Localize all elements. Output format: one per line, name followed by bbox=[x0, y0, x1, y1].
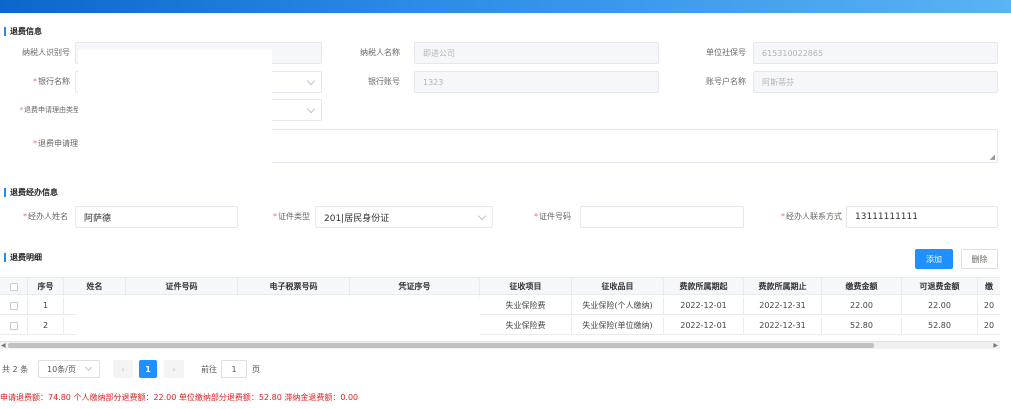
cell-refundable: 22.00 bbox=[902, 297, 978, 315]
page-1-button[interactable]: 1 bbox=[139, 360, 157, 378]
cell-amount: 52.80 bbox=[822, 317, 902, 335]
cell-item: 失业保险费 bbox=[480, 317, 572, 335]
taxpayer-name-field: 即进公司 bbox=[414, 42, 659, 64]
section-title-detail: 退费明细 bbox=[4, 253, 42, 262]
row-checkbox[interactable] bbox=[0, 297, 28, 315]
next-page-button[interactable]: › bbox=[164, 360, 184, 378]
header-extra[interactable]: 缴 bbox=[978, 278, 1000, 296]
header-id-no[interactable]: 证件号码 bbox=[126, 278, 238, 296]
unit-social-label: 单位社保号 bbox=[706, 48, 746, 57]
cell-sub-item: 失业保险(个人缴纳) bbox=[572, 297, 664, 315]
goto-prefix: 前往 bbox=[201, 364, 217, 374]
bank-account-label: 银行账号 bbox=[368, 77, 400, 86]
section-title-agent-info: 退费经办信息 bbox=[4, 188, 58, 197]
top-banner bbox=[0, 0, 1011, 13]
cell-amount: 22.00 bbox=[822, 297, 902, 315]
id-type-select[interactable]: 201|居民身份证 bbox=[315, 206, 493, 228]
contact-label: *经办人联系方式 bbox=[781, 212, 842, 221]
contact-input[interactable]: 13111111111 bbox=[846, 206, 998, 228]
resize-handle-icon[interactable]: ◢ bbox=[990, 153, 995, 161]
taxpayer-id-label: 纳税人识别号 bbox=[22, 48, 70, 57]
taxpayer-name-label: 纳税人名称 bbox=[360, 48, 400, 57]
cell-seq: 1 bbox=[28, 297, 64, 315]
chevron-down-icon bbox=[306, 76, 316, 86]
header-sub-item[interactable]: 征收品目 bbox=[572, 278, 664, 296]
reason-label: *退费申请理由 bbox=[33, 139, 86, 148]
header-refundable[interactable]: 可退费金额 bbox=[902, 278, 978, 296]
header-tax-ticket[interactable]: 电子税票号码 bbox=[238, 278, 350, 296]
account-name-label: 账号户名称 bbox=[706, 77, 746, 86]
scrollbar-thumb[interactable] bbox=[8, 343, 874, 348]
prev-page-button[interactable]: ‹ bbox=[113, 360, 133, 378]
row-checkbox[interactable] bbox=[0, 317, 28, 335]
cell-refundable: 52.80 bbox=[902, 317, 978, 335]
add-button[interactable]: 添加 bbox=[915, 249, 953, 269]
goto-page-input[interactable]: 1 bbox=[221, 360, 247, 378]
refund-summary: 申请退费额：74.80 个人缴纳部分退费额：22.00 单位缴纳部分退费额：52… bbox=[0, 393, 359, 402]
scroll-left-icon[interactable]: ◀ bbox=[1, 342, 6, 350]
reason-type-label: *退费申请理由类型 bbox=[19, 106, 81, 114]
header-amount[interactable]: 缴费金额 bbox=[822, 278, 902, 296]
goto-suffix: 页 bbox=[252, 364, 260, 374]
contact-value: 13111111111 bbox=[855, 212, 918, 222]
table-redaction-mask bbox=[76, 298, 480, 336]
header-item[interactable]: 征收项目 bbox=[480, 278, 572, 296]
account-name-field: 阿斯蒂芬 bbox=[753, 71, 998, 93]
header-period-start[interactable]: 费款所属期起 bbox=[664, 278, 744, 296]
agent-name-input[interactable]: 阿萨德 bbox=[75, 206, 238, 228]
page-size-value: 10条/页 bbox=[47, 364, 76, 374]
account-name-value: 阿斯蒂芬 bbox=[762, 77, 794, 87]
cell-period-end: 2022-12-31 bbox=[744, 297, 822, 315]
cell-sub-item: 失业保险(单位缴纳) bbox=[572, 317, 664, 335]
id-type-value: 201|居民身份证 bbox=[324, 213, 390, 224]
chevron-down-icon bbox=[306, 104, 316, 114]
agent-name-label: *经办人姓名 bbox=[23, 212, 68, 221]
bank-account-field: 1323 bbox=[414, 71, 659, 93]
section-title-refund-info: 退费信息 bbox=[4, 27, 42, 36]
cell-extra: 20 bbox=[983, 301, 995, 310]
page-size-select[interactable]: 10条/页 bbox=[38, 360, 100, 378]
taxpayer-name-value: 即进公司 bbox=[423, 48, 455, 58]
horizontal-scrollbar[interactable]: ◀ ▶ bbox=[0, 341, 1000, 349]
unit-social-value: 615310022865 bbox=[762, 48, 824, 58]
pager-total: 共 2 条 bbox=[2, 364, 29, 374]
header-name[interactable]: 姓名 bbox=[64, 278, 126, 296]
id-no-input[interactable] bbox=[580, 206, 744, 228]
cell-period-start: 2022-12-01 bbox=[664, 317, 744, 335]
header-voucher-seq[interactable]: 凭证序号 bbox=[350, 278, 480, 296]
bank-name-label: *银行名称 bbox=[33, 77, 70, 86]
header-period-end[interactable]: 费款所属期止 bbox=[744, 278, 822, 296]
cell-period-start: 2022-12-01 bbox=[664, 297, 744, 315]
header-seq[interactable]: 序号 bbox=[28, 278, 64, 296]
bank-account-value: 1323 bbox=[423, 77, 444, 87]
chevron-down-icon bbox=[84, 363, 93, 372]
delete-button[interactable]: 删除 bbox=[961, 249, 998, 269]
scroll-right-icon[interactable]: ▶ bbox=[993, 342, 998, 350]
unit-social-field: 615310022865 bbox=[753, 42, 998, 64]
id-no-label: *证件号码 bbox=[534, 212, 571, 221]
select-all-checkbox[interactable] bbox=[0, 278, 28, 296]
chevron-left-icon: ‹ bbox=[121, 364, 125, 374]
cell-extra: 20 bbox=[983, 321, 995, 330]
redaction-mask bbox=[78, 50, 272, 166]
cell-period-end: 2022-12-31 bbox=[744, 317, 822, 335]
chevron-right-icon: › bbox=[172, 364, 176, 374]
cell-seq: 2 bbox=[28, 317, 64, 335]
table-header-row: 序号 姓名 证件号码 电子税票号码 凭证序号 征收项目 征收品目 费款所属期起 … bbox=[0, 277, 1000, 296]
agent-name-value: 阿萨德 bbox=[84, 213, 112, 224]
id-type-label: *证件类型 bbox=[273, 212, 310, 221]
cell-item: 失业保险费 bbox=[480, 297, 572, 315]
chevron-down-icon bbox=[477, 211, 487, 221]
